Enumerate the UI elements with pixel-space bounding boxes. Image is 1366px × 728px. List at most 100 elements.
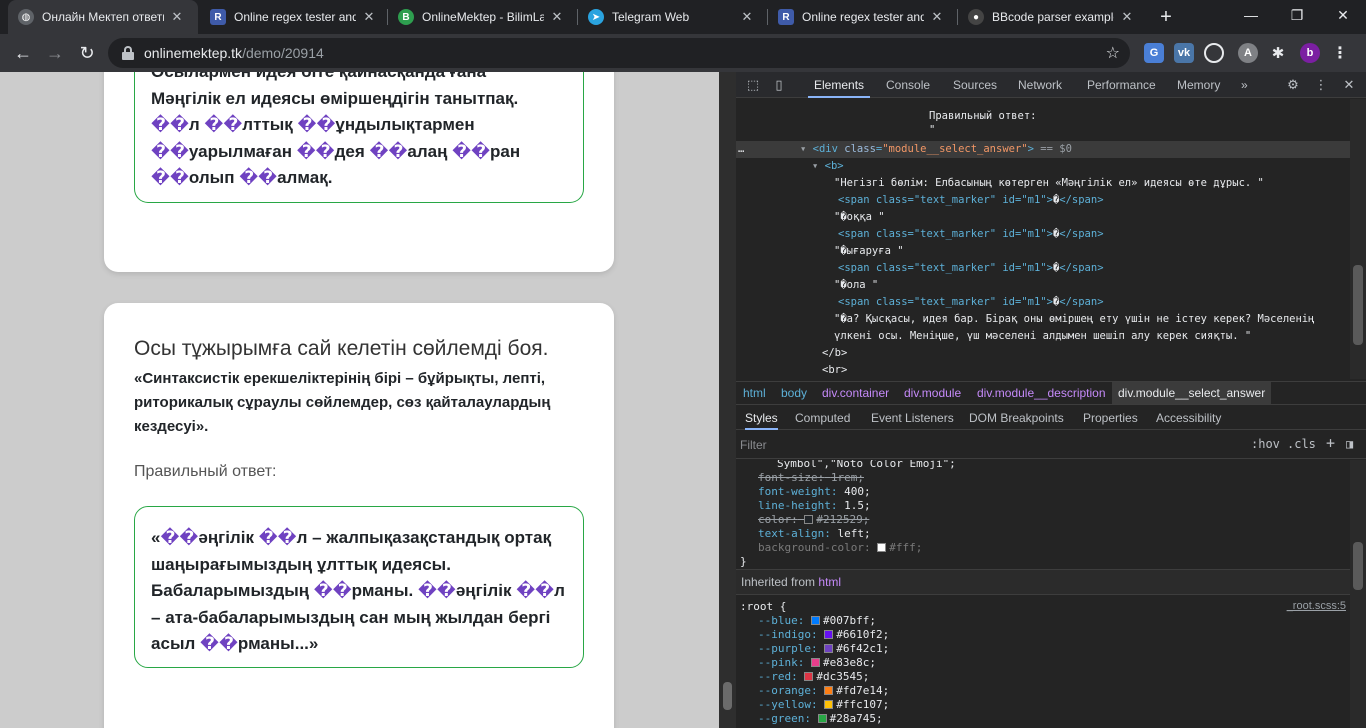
address-bar[interactable]: onlinemektep.tk/demo/20914 ☆ <box>108 38 1130 68</box>
dom-text-node[interactable]: үлкені осы. Меніңше, үш мәселені алдымен… <box>834 330 1251 342</box>
styles-pane[interactable]: Symbol","Noto Color Emoji"; font-size: 1… <box>736 460 1350 728</box>
source-link[interactable]: _root.scss:5 <box>1287 600 1346 612</box>
color-swatch[interactable] <box>824 644 834 653</box>
css-variable-row[interactable]: --blue: #007bff; <box>758 614 876 627</box>
color-swatch[interactable] <box>824 686 834 695</box>
translate-extension-icon[interactable]: G <box>1144 43 1164 63</box>
tab-elements[interactable]: Elements <box>808 72 871 98</box>
style-decl-font-weight[interactable]: font-weight: 400; <box>758 485 871 498</box>
style-decl-font-size[interactable]: font-size: 1rem; <box>758 471 864 484</box>
style-decl-background-color[interactable]: background-color: #fff; <box>758 541 922 554</box>
tab-styles[interactable]: Styles <box>745 406 778 430</box>
dom-text-node[interactable]: Правильный ответ: <box>929 110 1036 122</box>
breadcrumb-container[interactable]: div.container <box>822 382 889 404</box>
css-variable-row[interactable]: --yellow: #ffc107; <box>758 698 889 711</box>
close-icon[interactable]: ✕ <box>1340 76 1358 94</box>
css-variable-row[interactable]: --red: #dc3545; <box>758 670 869 683</box>
scrollbar-thumb[interactable] <box>723 682 732 710</box>
tab-computed[interactable]: Computed <box>795 406 850 430</box>
color-swatch[interactable] <box>877 543 887 552</box>
dom-node-select-answer[interactable]: ▾ <div class="module__select_answer"> ==… <box>800 143 1072 155</box>
inspect-element-icon[interactable]: ⬚ <box>744 76 762 94</box>
new-tab-button[interactable]: + <box>1154 4 1178 30</box>
tab-properties[interactable]: Properties <box>1083 406 1138 430</box>
dom-ellipsis[interactable]: … <box>738 143 744 155</box>
dom-tree[interactable]: " Правильный ответ: " … ▾ <div class="mo… <box>736 99 1350 379</box>
dom-text-node[interactable]: " <box>929 124 935 136</box>
color-swatch[interactable] <box>810 658 820 667</box>
breadcrumb-module[interactable]: div.module <box>904 382 961 404</box>
profile-avatar[interactable]: b <box>1300 43 1320 63</box>
new-style-rule-icon[interactable]: + <box>1326 434 1335 452</box>
dom-text-node[interactable]: "Негізгі бөлім: Елбасының көтерген «Мәңг… <box>834 177 1264 189</box>
css-variable-row[interactable]: --green: #28a745; <box>758 712 883 725</box>
css-variable-row[interactable]: --purple: #6f42c1; <box>758 642 889 655</box>
style-decl-line-height[interactable]: line-height: 1.5; <box>758 499 871 512</box>
color-swatch[interactable] <box>810 616 820 625</box>
color-swatch[interactable] <box>804 672 814 681</box>
tab-performance[interactable]: Performance <box>1087 72 1156 98</box>
browser-menu-icon[interactable]: ⋮ <box>1330 43 1350 63</box>
puzzle-extensions-icon[interactable]: ✱ <box>1268 43 1288 63</box>
dom-text-node[interactable]: "�ола " <box>834 279 878 291</box>
tab-memory[interactable]: Memory <box>1177 72 1220 98</box>
color-swatch[interactable] <box>824 700 834 709</box>
color-swatch[interactable] <box>824 630 834 639</box>
lock-icon[interactable] <box>122 46 134 60</box>
close-icon[interactable]: ✕ <box>550 9 564 25</box>
dom-node-span[interactable]: <span class="text_marker" id="m1">�</spa… <box>838 228 1104 240</box>
reload-button[interactable]: ↻ <box>74 40 100 66</box>
css-variable-row[interactable]: --orange: #fd7e14; <box>758 684 889 697</box>
inherited-tag[interactable]: html <box>818 575 841 589</box>
back-button[interactable]: ← <box>10 40 36 66</box>
color-swatch[interactable] <box>804 515 814 524</box>
color-swatch[interactable] <box>817 714 827 723</box>
tab-accessibility[interactable]: Accessibility <box>1156 406 1221 430</box>
devtools-menu-icon[interactable]: ⋮ <box>1312 76 1330 94</box>
breadcrumb-html[interactable]: html <box>743 382 766 404</box>
scrollbar-thumb[interactable] <box>1353 542 1363 590</box>
css-variable-row[interactable]: --indigo: #6610f2; <box>758 628 889 641</box>
tab-telegram[interactable]: ➤ Telegram Web ✕ <box>578 0 768 34</box>
class-toggle-button[interactable]: .cls <box>1287 437 1316 451</box>
dom-node-b-close[interactable]: </b> <box>822 347 847 359</box>
breadcrumb-module-description[interactable]: div.module__description <box>977 382 1106 404</box>
more-tabs-button[interactable]: » <box>1241 72 1248 98</box>
dom-node-span[interactable]: <span class="text_marker" id="m1">�</spa… <box>838 262 1104 274</box>
tab-sources[interactable]: Sources <box>953 72 997 98</box>
dom-node-b[interactable]: ▾ <b> <box>812 160 844 172</box>
dom-node-span[interactable]: <span class="text_marker" id="m1">�</spa… <box>838 194 1104 206</box>
close-icon[interactable]: ✕ <box>1120 9 1134 25</box>
tab-dom-breakpoints[interactable]: DOM Breakpoints <box>969 406 1064 430</box>
dom-text-node[interactable]: "�оққа " <box>834 211 885 223</box>
dom-text-node[interactable]: "�ығаруға " <box>834 245 904 257</box>
scrollbar-thumb[interactable] <box>1353 265 1363 345</box>
close-icon[interactable]: ✕ <box>740 9 754 25</box>
dom-node-span[interactable]: <span class="text_marker" id="m1">�</spa… <box>838 296 1104 308</box>
close-icon[interactable]: ✕ <box>170 9 184 25</box>
forward-button[interactable]: → <box>42 40 68 66</box>
root-rule-selector[interactable]: :root {_root.scss:5 <box>740 600 1346 613</box>
tab-network[interactable]: Network <box>1018 72 1062 98</box>
tab-event-listeners[interactable]: Event Listeners <box>871 406 954 430</box>
sidebar-toggle-icon[interactable]: ◨ <box>1346 437 1353 451</box>
page-scrollbar[interactable] <box>719 72 736 728</box>
close-icon[interactable]: ✕ <box>362 9 376 25</box>
circle-extension-icon[interactable] <box>1204 43 1224 63</box>
css-variable-row[interactable]: --pink: #e83e8c; <box>758 656 876 669</box>
filter-input[interactable] <box>740 436 1238 454</box>
tab-bilimland[interactable]: B OnlineMektep - BilimLa ✕ <box>388 0 578 34</box>
tab-console[interactable]: Console <box>886 72 930 98</box>
dom-text-node[interactable]: "�а? Қысқасы, идея бар. Бірақ оны өмірше… <box>834 313 1314 325</box>
tab-regex-tester[interactable]: R Online regex tester and ✕ <box>200 0 390 34</box>
gear-icon[interactable]: ⚙ <box>1284 76 1302 94</box>
restore-button[interactable]: ❐ <box>1274 0 1320 30</box>
breadcrumb-module-select-answer[interactable]: div.module__select_answer <box>1112 382 1272 404</box>
bookmark-star-icon[interactable]: ☆ <box>1106 43 1120 63</box>
style-decl[interactable]: Symbol","Noto Color Emoji"; <box>777 460 956 470</box>
style-decl-text-align[interactable]: text-align: left; <box>758 527 871 540</box>
dom-scrollbar[interactable] <box>1350 99 1366 379</box>
style-decl-color[interactable]: color: #212529; <box>758 513 869 526</box>
device-toolbar-icon[interactable]: ▯ <box>770 76 788 94</box>
dom-text-node[interactable]: " <box>812 99 818 107</box>
